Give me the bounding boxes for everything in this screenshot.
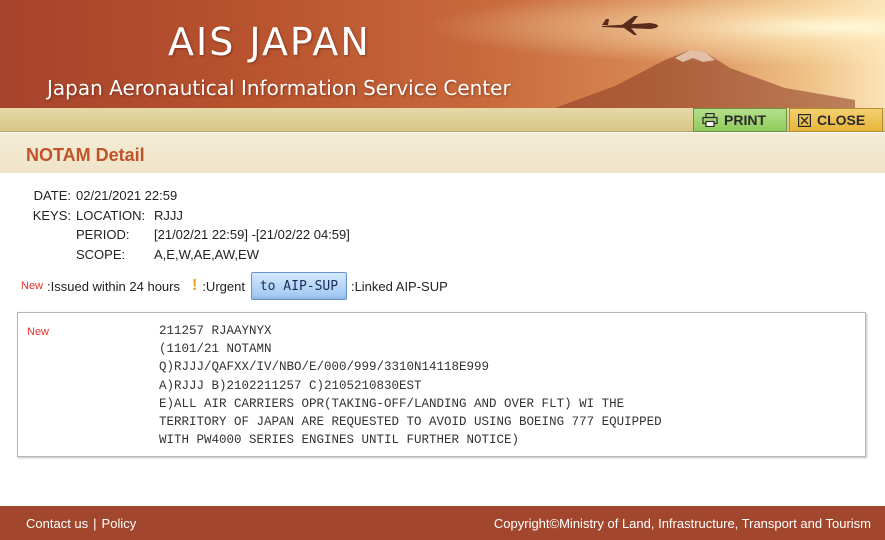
period-label: PERIOD: (76, 227, 130, 242)
scope-value: A,E,W,AE,AW,EW (154, 246, 259, 262)
close-button[interactable]: CLOSE (789, 108, 883, 132)
notam-line: Q)RJJJ/QAFXX/IV/NBO/E/000/999/3310N14118… (159, 360, 490, 375)
new-tag: New (21, 280, 44, 292)
print-button[interactable]: PRINT (693, 108, 787, 132)
aip-sup-button[interactable]: to AIP-SUP (250, 272, 347, 300)
airplane-icon (602, 16, 658, 35)
date-row: DATE: 02/21/2021 22:59 (31, 188, 350, 208)
page-title: NOTAM Detail (26, 145, 145, 165)
urgent-desc: :Urgent (202, 278, 245, 294)
notam-line: WITH PW4000 SERIES ENGINES UNTIL FURTHER… (159, 433, 520, 448)
exclamation-icon: ! (191, 277, 198, 294)
notam-body: New 211257 RJAAYNYX (1101/21 NOTAMN Q)RJ… (17, 312, 866, 457)
mountain-graphic (555, 50, 855, 108)
section-header: NOTAM Detail (0, 133, 885, 173)
site-header: AIS JAPAN Japan Aeronautical Information… (0, 0, 885, 108)
copyright: Copyright©Ministry of Land, Infrastructu… (493, 516, 871, 531)
site-footer: Contact us | Policy Copyright©Ministry o… (0, 506, 885, 540)
notam-line: 211257 RJAAYNYX (159, 324, 272, 338)
new-desc: :Issued within 24 hours (47, 278, 180, 294)
notam-line: (1101/21 NOTAMN (159, 342, 272, 357)
notam-meta: DATE: 02/21/2021 22:59 KEYS: LOCATION: R… (31, 188, 350, 266)
period-value: [21/02/21 22:59] -[21/02/22 04:59] (154, 227, 350, 242)
notam-line: TERRITORY OF JAPAN ARE REQUESTED TO AVOI… (159, 415, 662, 430)
linked-desc: :Linked AIP-SUP (350, 278, 448, 294)
keys-label: KEYS: (32, 207, 71, 223)
location-value: RJJJ (154, 207, 183, 223)
period-row: PERIOD: [21/02/21 22:59] -[21/02/22 04:5… (31, 227, 350, 247)
close-box-icon (798, 113, 811, 127)
notam-line: A)RJJJ B)2102211257 C)2105210830EST (159, 378, 422, 393)
new-tag: New (27, 326, 50, 338)
notam-line: E)ALL AIR CARRIERS OPR(TAKING-OFF/LANDIN… (159, 396, 625, 411)
legend: New :Issued within 24 hours ! :Urgent to… (21, 272, 448, 300)
contact-link[interactable]: Contact us (26, 516, 88, 531)
scope-row: SCOPE: A,E,W,AE,AW,EW (31, 247, 350, 267)
footer-links: Contact us | Policy (26, 516, 136, 531)
policy-link[interactable]: Policy (102, 516, 137, 531)
notam-text: 211257 RJAAYNYX (1101/21 NOTAMN Q)RJJJ/Q… (159, 322, 662, 449)
keys-row: KEYS: LOCATION: RJJJ (31, 208, 350, 228)
location-label: LOCATION: (76, 207, 146, 223)
print-label: PRINT (724, 112, 766, 128)
close-label: CLOSE (817, 112, 866, 128)
footer-separator: | (93, 516, 97, 531)
scope-label: SCOPE: (76, 246, 126, 262)
date-value: 02/21/2021 22:59 (76, 188, 178, 203)
toolbar: PRINT CLOSE (0, 108, 885, 132)
date-label: DATE: (33, 188, 71, 203)
printer-icon (702, 113, 718, 127)
site-title: AIS JAPAN (168, 20, 371, 64)
site-subtitle: Japan Aeronautical Information Service C… (47, 76, 511, 100)
